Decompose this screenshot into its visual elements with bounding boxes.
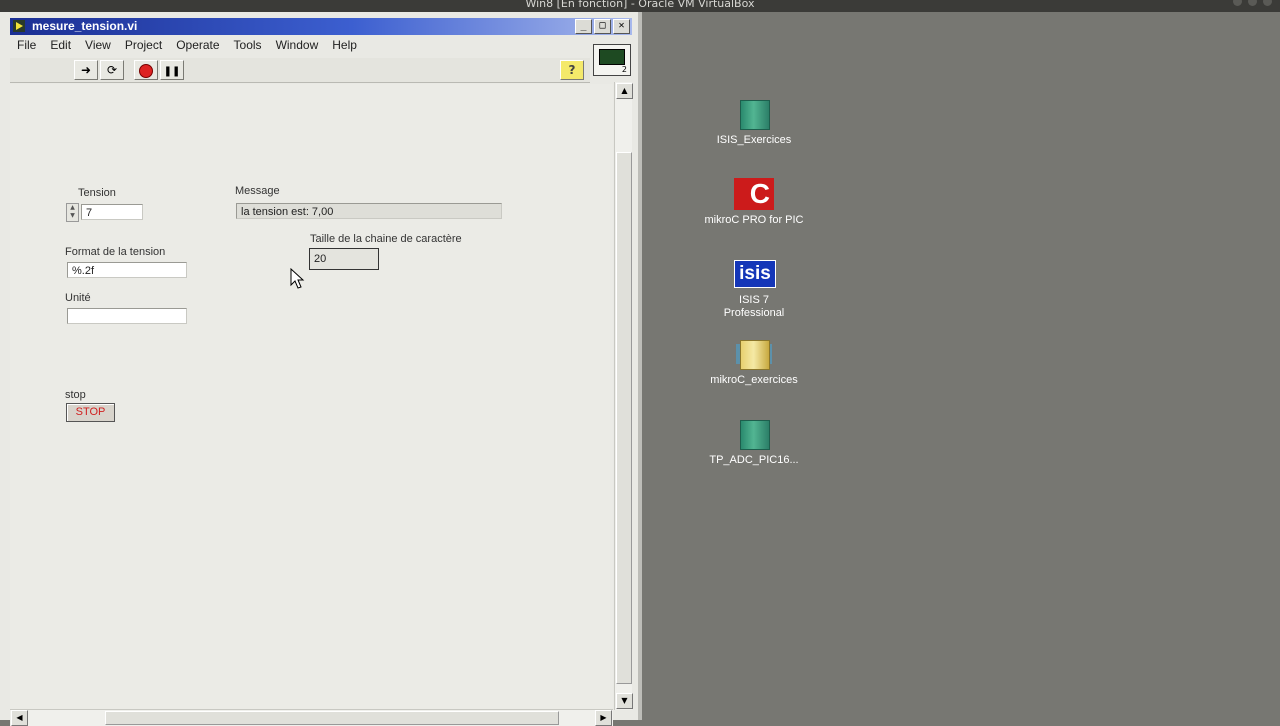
window-titlebar[interactable]: mesure_tension.vi _ □ ✕ <box>10 18 632 35</box>
run-arrow-icon[interactable] <box>74 60 98 80</box>
connector-number: 2 <box>621 65 627 74</box>
scroll-right-icon[interactable]: ▶ <box>595 710 612 726</box>
desktop-icon-isis-7[interactable]: ISIS 7 Professional <box>684 258 824 320</box>
mikroc-icon <box>734 178 774 210</box>
scroll-left-icon[interactable]: ◀ <box>11 710 28 726</box>
horizontal-scrollbar[interactable]: ◀ ▶ <box>10 709 613 726</box>
scroll-down-icon[interactable]: ▼ <box>616 693 633 709</box>
unite-label: Unité <box>65 292 91 304</box>
desktop-icon-mikroc-exercices[interactable]: mikroC_exercices <box>684 338 824 387</box>
message-indicator: la tension est: 7,00 <box>236 203 502 219</box>
book-icon <box>734 418 774 450</box>
run-continuously-icon[interactable] <box>100 60 124 80</box>
vertical-scroll-thumb[interactable] <box>616 152 632 684</box>
close-button[interactable]: ✕ <box>613 19 630 34</box>
isis-icon <box>734 258 776 290</box>
menu-project[interactable]: Project <box>118 37 169 55</box>
desktop-icon-label: TP_ADC_PIC16... <box>709 454 799 466</box>
connector-pane-icon[interactable]: 2 <box>593 44 631 76</box>
format-input[interactable]: %.2f <box>67 262 187 278</box>
horizontal-scroll-thumb[interactable] <box>105 711 559 725</box>
abort-icon[interactable] <box>134 60 158 80</box>
menu-edit[interactable]: Edit <box>43 37 78 55</box>
menu-help[interactable]: Help <box>325 37 364 55</box>
tension-input[interactable]: 7 <box>81 204 143 220</box>
menu-window[interactable]: Window <box>269 37 326 55</box>
toolbar: ? <box>10 58 590 83</box>
unite-input[interactable] <box>67 308 187 324</box>
desktop-icon-label: mikroC_exercices <box>710 374 798 386</box>
vertical-scrollbar[interactable]: ▲ ▼ <box>614 82 633 710</box>
menubar: File Edit View Project Operate Tools Win… <box>10 37 590 55</box>
vi-run-arrow-icon <box>13 20 25 32</box>
maximize-button[interactable]: □ <box>594 19 611 34</box>
desktop-icon-isis-exercices[interactable]: ISIS_Exercices <box>684 98 824 147</box>
minimize-button[interactable]: _ <box>575 19 592 34</box>
host-maximize-button[interactable] <box>1248 0 1257 6</box>
mouse-cursor-icon <box>290 268 305 289</box>
host-titlebar: Win8 [En fonction] - Oracle VM VirtualBo… <box>0 0 1280 12</box>
stop-label: stop <box>65 389 86 401</box>
menu-view[interactable]: View <box>78 37 118 55</box>
front-panel: Tension ▲ ▼ 7 Message la tension est: 7,0… <box>10 84 613 709</box>
book-icon <box>734 98 774 130</box>
zip-book-icon <box>734 338 774 370</box>
desktop-icon-label: ISIS_Exercices <box>716 134 792 146</box>
format-label: Format de la tension <box>65 246 166 258</box>
taille-label: Taille de la chaine de caractère <box>310 233 462 245</box>
window-title: mesure_tension.vi <box>32 19 138 33</box>
tension-stepper[interactable]: ▲ ▼ <box>66 203 79 222</box>
stop-button[interactable]: STOP <box>66 403 115 422</box>
desktop-icon-label: mikroC PRO for PIC <box>704 214 804 226</box>
menu-operate[interactable]: Operate <box>169 37 226 55</box>
pause-icon[interactable] <box>160 60 184 80</box>
host-minimize-button[interactable] <box>1233 0 1242 6</box>
menu-file[interactable]: File <box>10 37 43 55</box>
help-icon[interactable]: ? <box>560 60 584 80</box>
vi-window: mesure_tension.vi _ □ ✕ File Edit View P… <box>0 12 642 726</box>
desktop-icon-mikroc-pro[interactable]: mikroC PRO for PIC <box>684 178 824 227</box>
menu-tools[interactable]: Tools <box>227 37 269 55</box>
message-label: Message <box>235 185 280 197</box>
desktop-icon-label: ISIS 7 Professional <box>723 294 785 319</box>
desktop-icon-tp-adc[interactable]: TP_ADC_PIC16... <box>684 418 824 467</box>
host-close-button[interactable] <box>1263 0 1272 6</box>
taille-indicator[interactable]: 20 <box>309 248 379 270</box>
host-title-text: Win8 [En fonction] - Oracle VM VirtualBo… <box>525 0 755 10</box>
tension-label: Tension <box>78 187 116 199</box>
scroll-up-icon[interactable]: ▲ <box>616 83 633 99</box>
